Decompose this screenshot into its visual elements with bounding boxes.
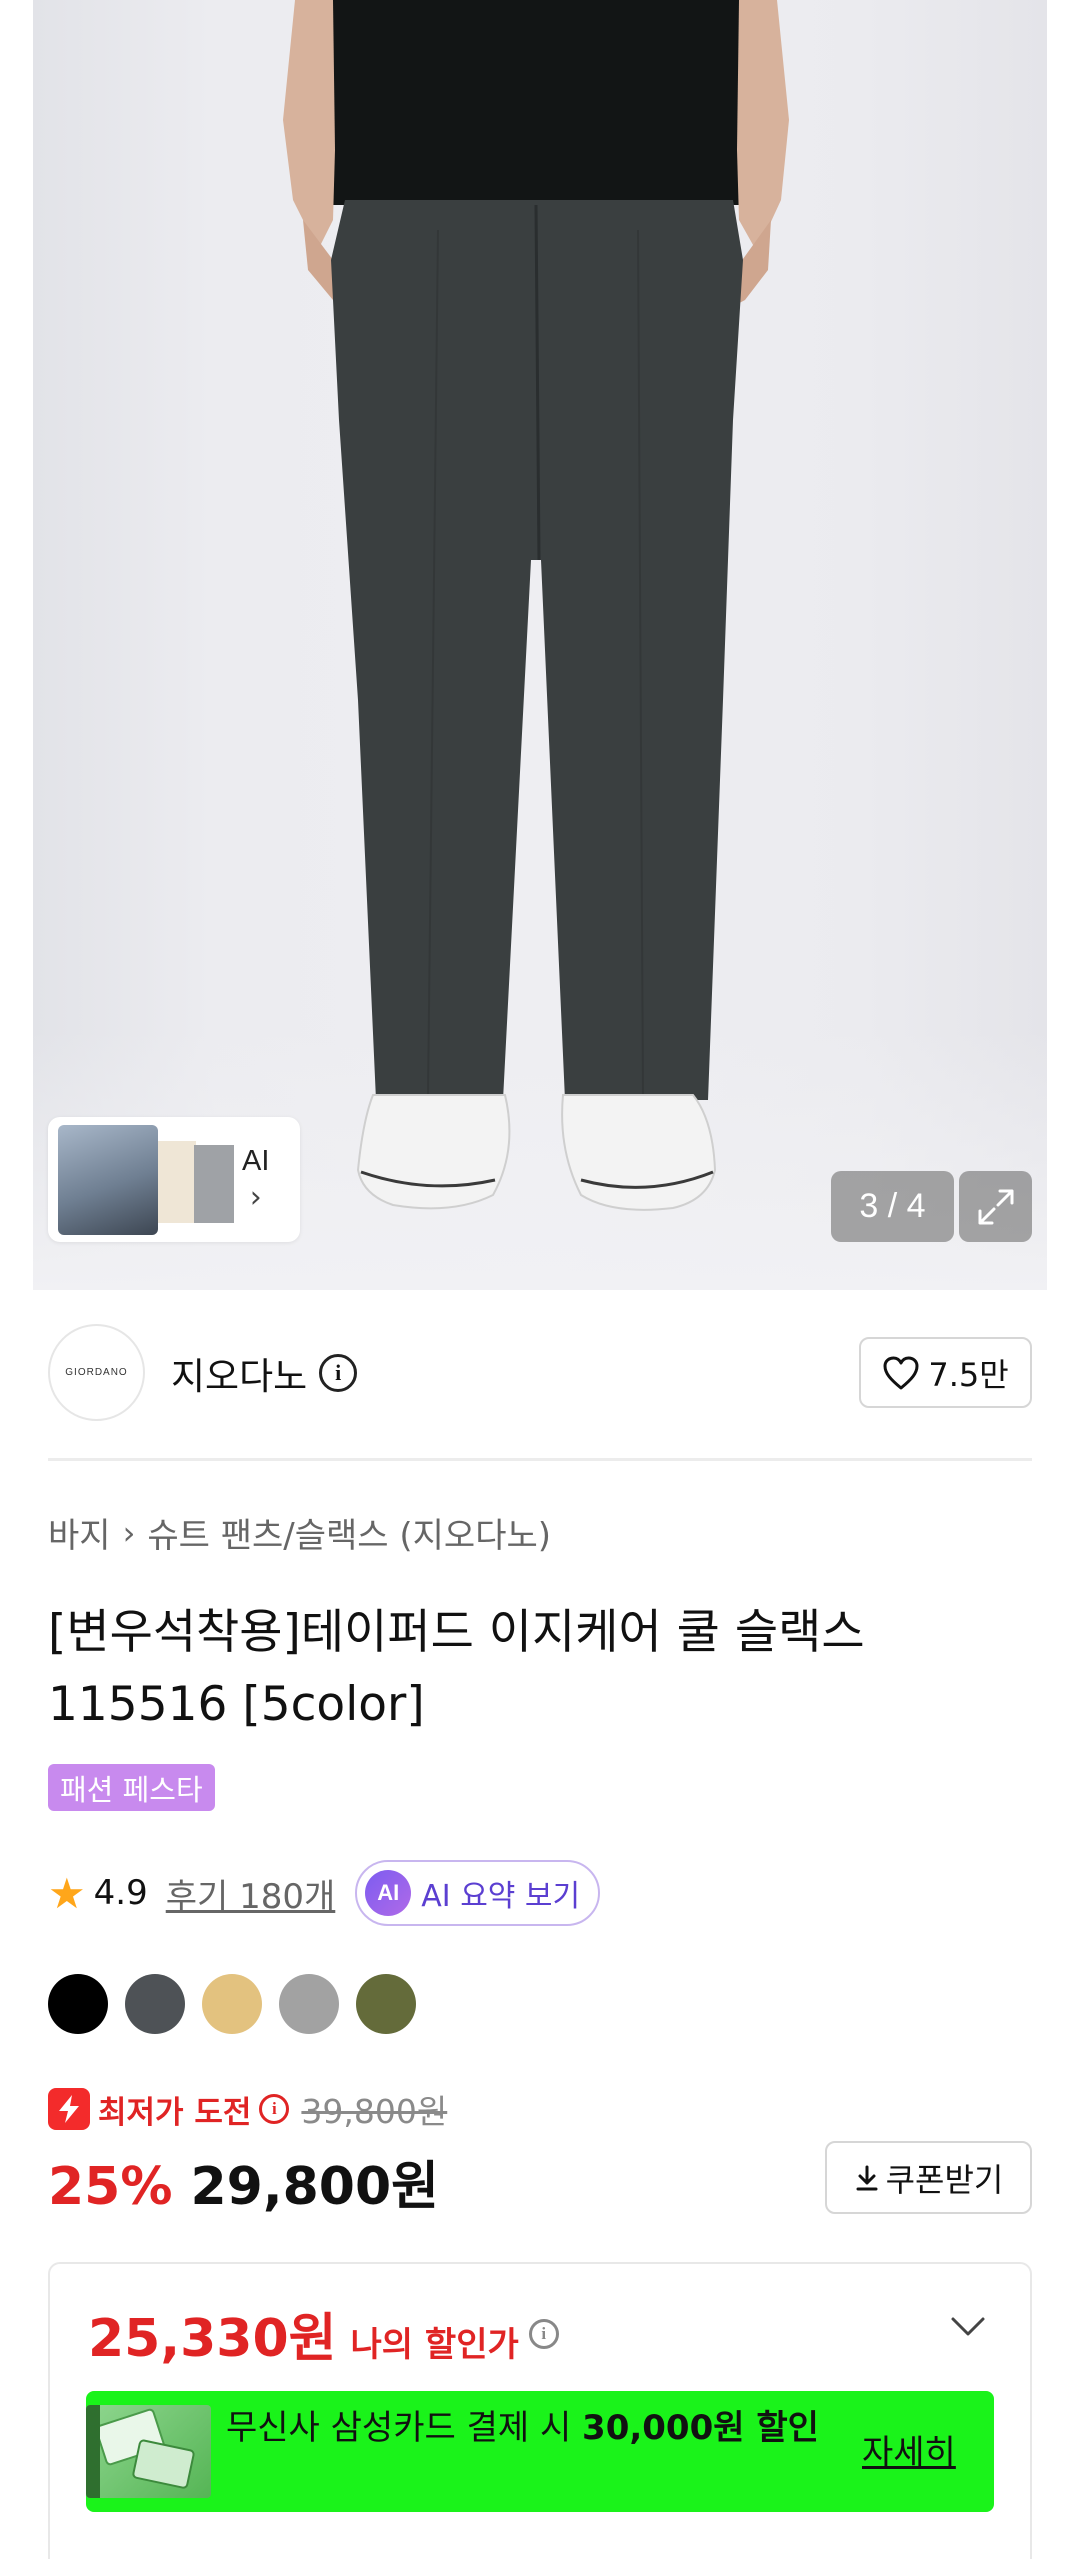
ai-badge-icon: AI xyxy=(365,1870,412,1916)
lowest-price-label: 최저가 도전 xyxy=(98,2094,252,2131)
lowest-price-row: 최저가 도전 i 39,800원 xyxy=(48,2087,447,2131)
brand-row: GIORDANO 지오다노 i 7.5만 xyxy=(48,1324,1032,1421)
brand-name[interactable]: 지오다노 xyxy=(171,1346,307,1400)
rating-score: 4.9 xyxy=(93,1873,148,1913)
chevron-right-icon: › xyxy=(249,1179,262,1215)
color-swatch-olive[interactable] xyxy=(356,1974,416,2034)
like-button[interactable]: 7.5만 xyxy=(859,1337,1032,1408)
like-count: 7.5만 xyxy=(928,1355,1009,1394)
my-price-amount: 25,330원 xyxy=(88,2309,337,2369)
ai-thumb-label: AI xyxy=(242,1144,270,1177)
breadcrumb-item-slacks[interactable]: 슈트 팬츠/슬랙스 (지오다노) xyxy=(147,1508,551,1557)
thumbnail-images xyxy=(54,1123,234,1236)
breadcrumb: 바지 › 슈트 팬츠/슬랙스 (지오다노) xyxy=(48,1508,551,1557)
promo-details-link[interactable]: 자세히 xyxy=(862,2425,956,2474)
card-promo-banner[interactable]: 무신사 삼성카드 결제 시 30,000원 할인 자세히 xyxy=(86,2391,994,2512)
my-price-box[interactable]: 25,330원 나의 할인가 i 무신사 삼성카드 결제 시 30,000원 할… xyxy=(48,2262,1032,2559)
event-badge[interactable]: 패션 페스타 xyxy=(48,1764,215,1811)
lightning-icon xyxy=(48,2088,90,2130)
promo-text: 무신사 삼성카드 결제 시 30,000원 할인 xyxy=(226,2408,819,2448)
image-counter: 3 / 4 xyxy=(831,1171,954,1242)
product-image-carousel[interactable]: AI › 3 / 4 xyxy=(0,0,1080,1290)
ai-summary-label: AI 요약 보기 xyxy=(421,1879,581,1914)
divider xyxy=(48,1458,1032,1461)
my-price-label: 나의 할인가 xyxy=(350,2325,519,2365)
chevron-right-icon: › xyxy=(122,1513,136,1552)
info-icon[interactable]: i xyxy=(319,1353,358,1392)
color-swatch-gray[interactable] xyxy=(279,1974,339,2034)
rating-row: ★ 4.9 후기 180개 AI AI 요약 보기 xyxy=(48,1858,601,1928)
original-price: 39,800원 xyxy=(301,2092,448,2131)
info-icon[interactable]: i xyxy=(528,2318,559,2349)
info-icon[interactable]: i xyxy=(259,2094,290,2124)
color-swatches xyxy=(48,1974,416,2034)
promo-card-image xyxy=(86,2405,211,2498)
product-title: [변우석착용]테이퍼드 이지케어 쿨 슬랙스 115516 [5color] xyxy=(48,1605,865,1732)
breadcrumb-item-pants[interactable]: 바지 xyxy=(48,1508,111,1557)
expand-button[interactable] xyxy=(959,1171,1032,1242)
color-swatch-beige[interactable] xyxy=(202,1974,262,2034)
price-row: 25% 29,800원 xyxy=(48,2144,439,2219)
color-swatch-black[interactable] xyxy=(48,1974,108,2034)
ai-summary-button[interactable]: AI AI 요약 보기 xyxy=(355,1860,601,1926)
brand-logo[interactable]: GIORDANO xyxy=(48,1324,145,1421)
sale-price: 29,800원 xyxy=(190,2157,439,2217)
star-icon: ★ xyxy=(48,1868,86,1918)
product-photo[interactable] xyxy=(33,0,1047,1290)
review-link[interactable]: 후기 180개 xyxy=(166,1869,336,1918)
coupon-label: 쿠폰받기 xyxy=(885,2160,1004,2199)
color-swatch-charcoal[interactable] xyxy=(125,1974,185,2034)
download-icon xyxy=(856,2165,878,2190)
chevron-down-icon[interactable] xyxy=(950,2316,986,2338)
coupon-button[interactable]: 쿠폰받기 xyxy=(825,2141,1032,2214)
discount-rate: 25% xyxy=(48,2157,173,2217)
heart-icon xyxy=(883,1356,919,1389)
ai-styling-thumbnail[interactable]: AI › xyxy=(48,1117,300,1242)
expand-icon xyxy=(978,1189,1013,1224)
